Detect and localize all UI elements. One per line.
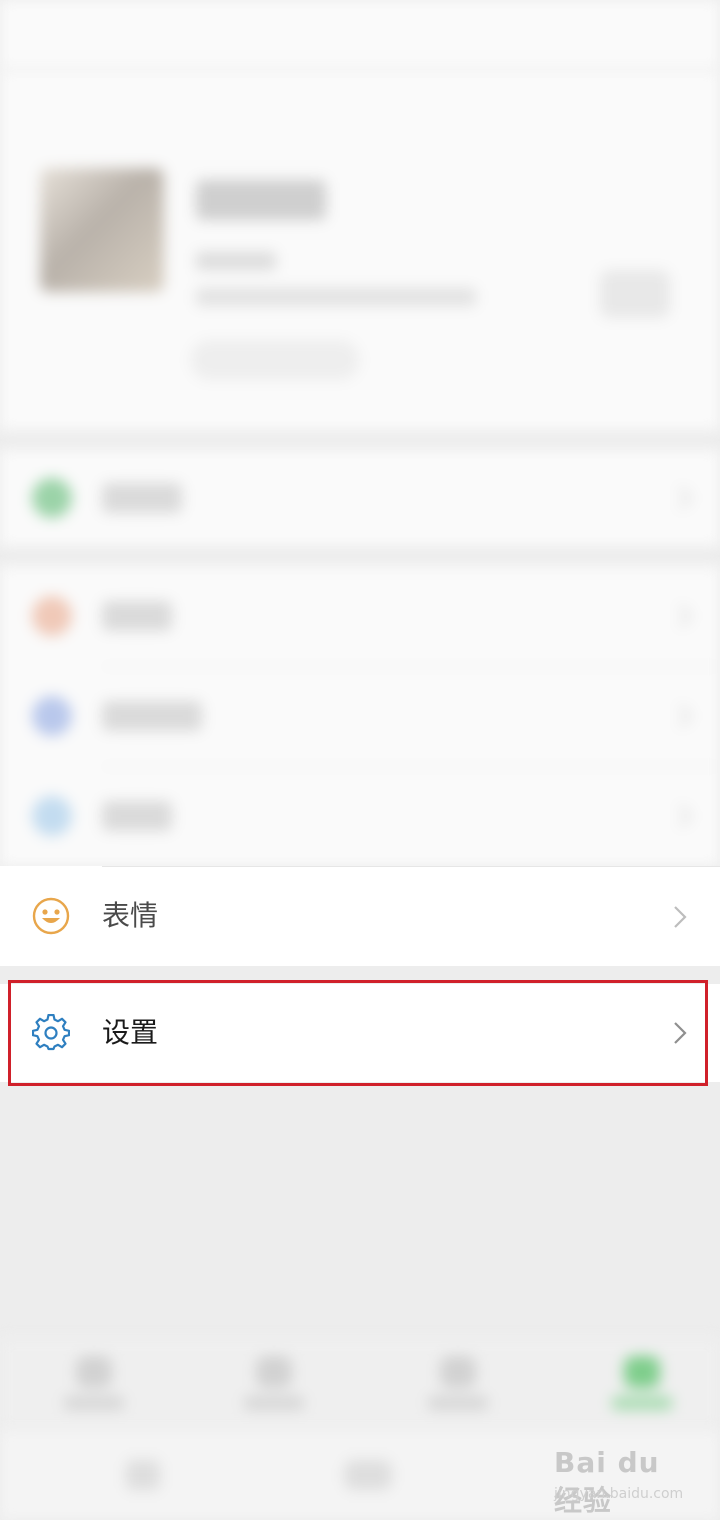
menu-row-cards[interactable] <box>0 766 720 866</box>
qr-code-icon[interactable] <box>600 270 670 318</box>
menu-label-placeholder <box>102 601 172 631</box>
nickname-placeholder <box>196 180 326 220</box>
nav-tab-chats[interactable] <box>36 1356 156 1416</box>
menu-label-placeholder <box>102 701 202 731</box>
smiley-icon <box>32 897 70 935</box>
cards-icon <box>32 796 72 836</box>
pay-icon <box>32 478 72 518</box>
menu-row-favorites[interactable] <box>0 566 720 666</box>
menu-label-placeholder <box>102 801 172 831</box>
bottom-nav <box>0 1338 720 1430</box>
chat-icon <box>76 1356 112 1388</box>
menu-row-emoji[interactable]: 表情 <box>0 866 720 966</box>
nav-label-placeholder <box>244 1396 304 1410</box>
menu-label-emoji: 表情 <box>102 899 159 932</box>
menu-row-moments[interactable] <box>0 666 720 766</box>
menu-row-pay[interactable] <box>0 450 720 546</box>
home-icon[interactable] <box>344 1460 392 1490</box>
chevron-right-icon <box>679 605 692 627</box>
favorites-icon <box>32 596 72 636</box>
menu-group <box>0 566 720 866</box>
status-pill[interactable] <box>190 340 360 380</box>
back-icon[interactable] <box>126 1460 160 1490</box>
profile-header[interactable] <box>0 70 720 430</box>
nav-tab-contacts[interactable] <box>216 1356 336 1416</box>
menu-label-placeholder <box>102 483 182 513</box>
moments-icon <box>32 696 72 736</box>
watermark-url: jingyan.baidu.com <box>554 1486 684 1502</box>
nav-tab-me[interactable] <box>584 1356 704 1416</box>
chevron-right-icon <box>679 705 692 727</box>
status-bar <box>0 0 720 70</box>
nav-label-placeholder <box>64 1396 124 1410</box>
watermark: Bai du 经验 jingyan.baidu.com <box>548 1438 698 1517</box>
compass-icon <box>440 1356 476 1388</box>
person-icon <box>624 1356 660 1388</box>
chevron-right-icon <box>679 805 692 827</box>
nav-tab-discover[interactable] <box>400 1356 520 1416</box>
avatar[interactable] <box>40 168 164 292</box>
divider <box>102 866 720 867</box>
signature-placeholder <box>196 288 476 306</box>
chevron-right-icon <box>674 906 687 928</box>
watermark-brand: Bai du 经验 <box>554 1446 660 1517</box>
highlight-box <box>8 980 708 1086</box>
chevron-right-icon <box>679 487 692 509</box>
account-id-placeholder <box>196 252 276 270</box>
contacts-icon <box>256 1356 292 1388</box>
nav-label-placeholder <box>612 1396 672 1410</box>
nav-label-placeholder <box>428 1396 488 1410</box>
